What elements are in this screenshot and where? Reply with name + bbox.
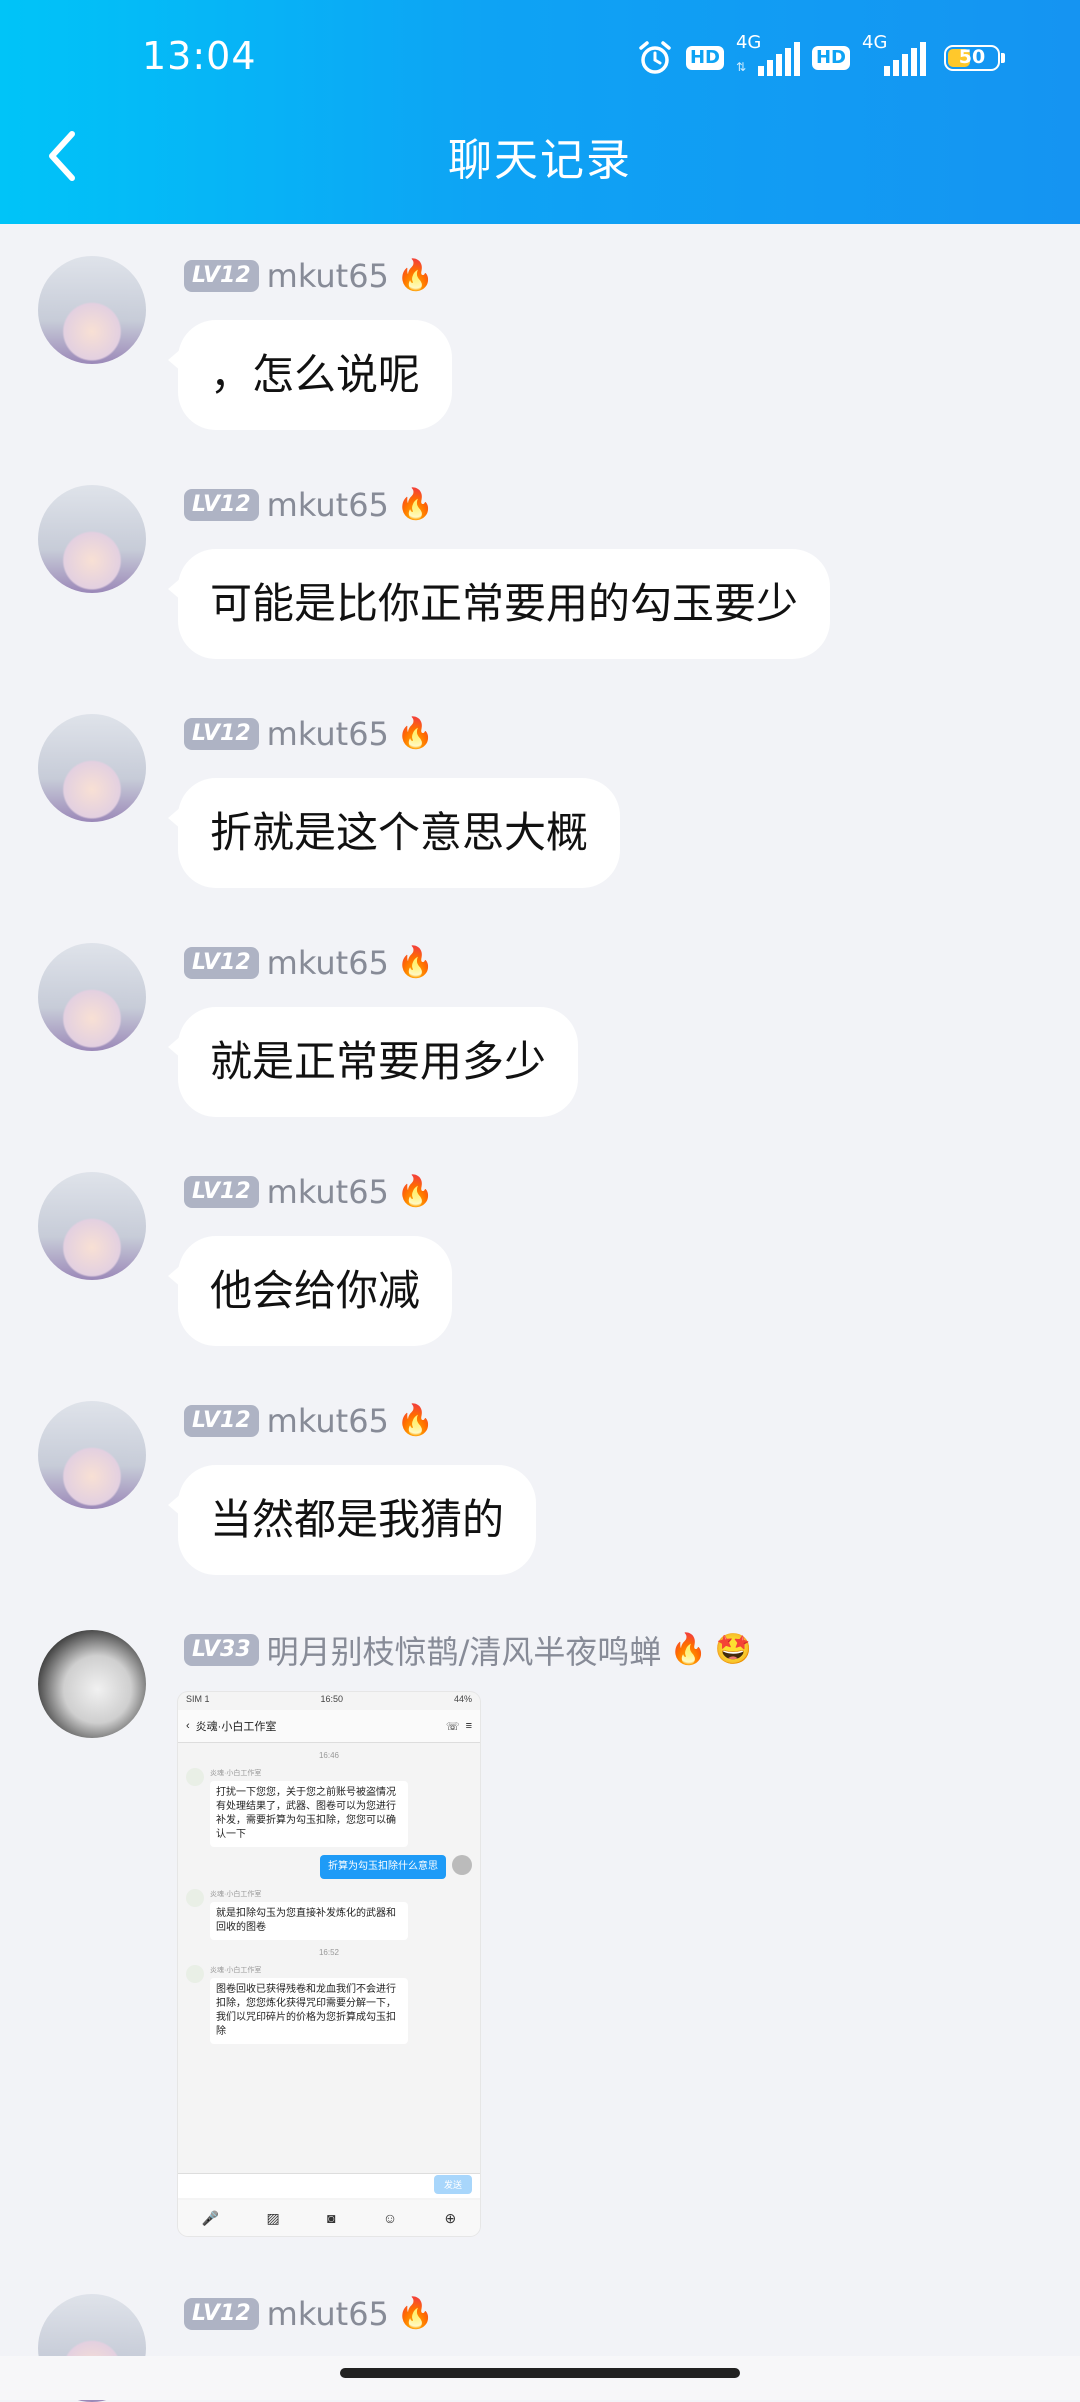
page-title: 聊天记录 [448,135,632,186]
sender-meta: LV12 mkut65 🔥 [184,256,434,296]
battery-icon: 50 [944,45,1005,71]
avatar[interactable] [38,1630,146,1738]
bottom-bar [0,2356,1080,2400]
top-header: 13:04 HD 4G ⇅ HD 4G 50 聊天记录 [0,0,1080,224]
level-badge: LV12 [184,1176,259,1208]
avatar[interactable] [38,943,146,1051]
fire-icon: 🔥 [396,2296,435,2331]
fire-icon: 🔥 [396,1403,435,1438]
sender-meta: LV12 mkut65 🔥 [184,943,434,983]
image-back-icon: ‹ [186,1720,190,1732]
alarm-icon [639,41,671,74]
level-badge: LV12 [184,2298,259,2330]
image-title-bar: ‹ 炎魂·小白工作室 ☏ ≡ [178,1710,480,1743]
fire-icon: 🔥 [396,258,435,293]
level-badge: LV12 [184,1405,259,1437]
fire-icon: 🔥 [396,1174,435,1209]
fire-icon: 🔥 [396,945,435,980]
battery-text: 50 [958,46,986,68]
image-send-button: 发送 [433,2175,472,2194]
mic-icon: 🎤 [201,2209,220,2226]
fire-icon: 🔥 [669,1632,707,1667]
level-badge: LV33 [184,1634,259,1666]
message-bubble[interactable]: 就是正常要用多少 [167,1007,579,1117]
image-avatar [186,1768,204,1786]
avatar[interactable] [38,714,146,822]
username[interactable]: mkut65 [267,1173,389,1211]
image-toolbar: 🎤 ▨ ◙ ☺ ⊕ [178,2200,480,2236]
message-bubble[interactable]: 当然都是我猜的 [167,1465,537,1575]
username[interactable]: mkut65 [267,715,389,753]
level-badge: LV12 [184,260,259,292]
fire-icon: 🔥 [396,487,435,522]
message-bubble[interactable]: 折就是这个意思大概 [167,778,621,888]
level-badge: LV12 [184,947,259,979]
username[interactable]: mkut65 [267,1402,389,1440]
sender-meta: LV12 mkut65 🔥 [184,2294,434,2334]
plus-icon: ⊕ [444,2209,457,2226]
level-badge: LV12 [184,718,259,750]
username[interactable]: mkut65 [267,486,389,524]
emoji-badge-icon: 🤩 [714,1632,753,1667]
username[interactable]: 明月别枝惊鹊/清风半夜鸣蝉 [267,1627,662,1673]
avatar[interactable] [38,1401,146,1509]
signal-icon: 4G ⇅ [736,32,800,80]
username[interactable]: mkut65 [267,944,389,982]
sender-meta: LV12 mkut65 🔥 [184,1172,434,1212]
chat-image-screenshot[interactable]: SIM 1 16:50 44% ‹ 炎魂·小白工作室 ☏ ≡ 16:46 炎魂·… [178,1692,480,2236]
image-avatar [186,1889,204,1907]
level-badge: LV12 [184,489,259,521]
message-bubble[interactable]: ，怎么说呢 [167,320,453,430]
sender-meta: LV12 mkut65 🔥 [184,485,434,525]
status-time: 13:04 [142,34,257,78]
image-phone-icon: ☏ [445,1720,460,1733]
image-avatar [186,1965,204,1983]
image-status-bar: SIM 1 16:50 44% [186,1694,472,1704]
avatar[interactable] [38,485,146,593]
signal-icon-2: 4G [862,32,926,80]
username[interactable]: mkut65 [267,2295,389,2333]
status-icons: HD 4G ⇅ HD 4G 50 [636,32,1005,80]
hd-icon: HD [685,46,724,70]
emoji-icon: ☺ [382,2210,398,2226]
camera-icon: ◙ [327,2210,336,2226]
fire-icon: 🔥 [396,716,435,751]
message-bubble[interactable]: 可能是比你正常要用的勾玉要少 [167,549,831,659]
hd-icon-2: HD [811,46,850,70]
image-menu-icon: ≡ [465,1720,472,1732]
home-indicator[interactable] [340,2368,740,2378]
sender-meta: LV33 明月别枝惊鹊/清风半夜鸣蝉 🔥 🤩 [184,1627,753,1673]
username[interactable]: mkut65 [267,257,389,295]
image-avatar [452,1855,472,1875]
sender-meta: LV12 mkut65 🔥 [184,1401,434,1441]
sender-meta: LV12 mkut65 🔥 [184,714,434,754]
avatar[interactable] [38,256,146,364]
avatar[interactable] [38,1172,146,1280]
picture-icon: ▨ [266,2209,280,2226]
message-bubble[interactable]: 他会给你减 [167,1236,453,1346]
